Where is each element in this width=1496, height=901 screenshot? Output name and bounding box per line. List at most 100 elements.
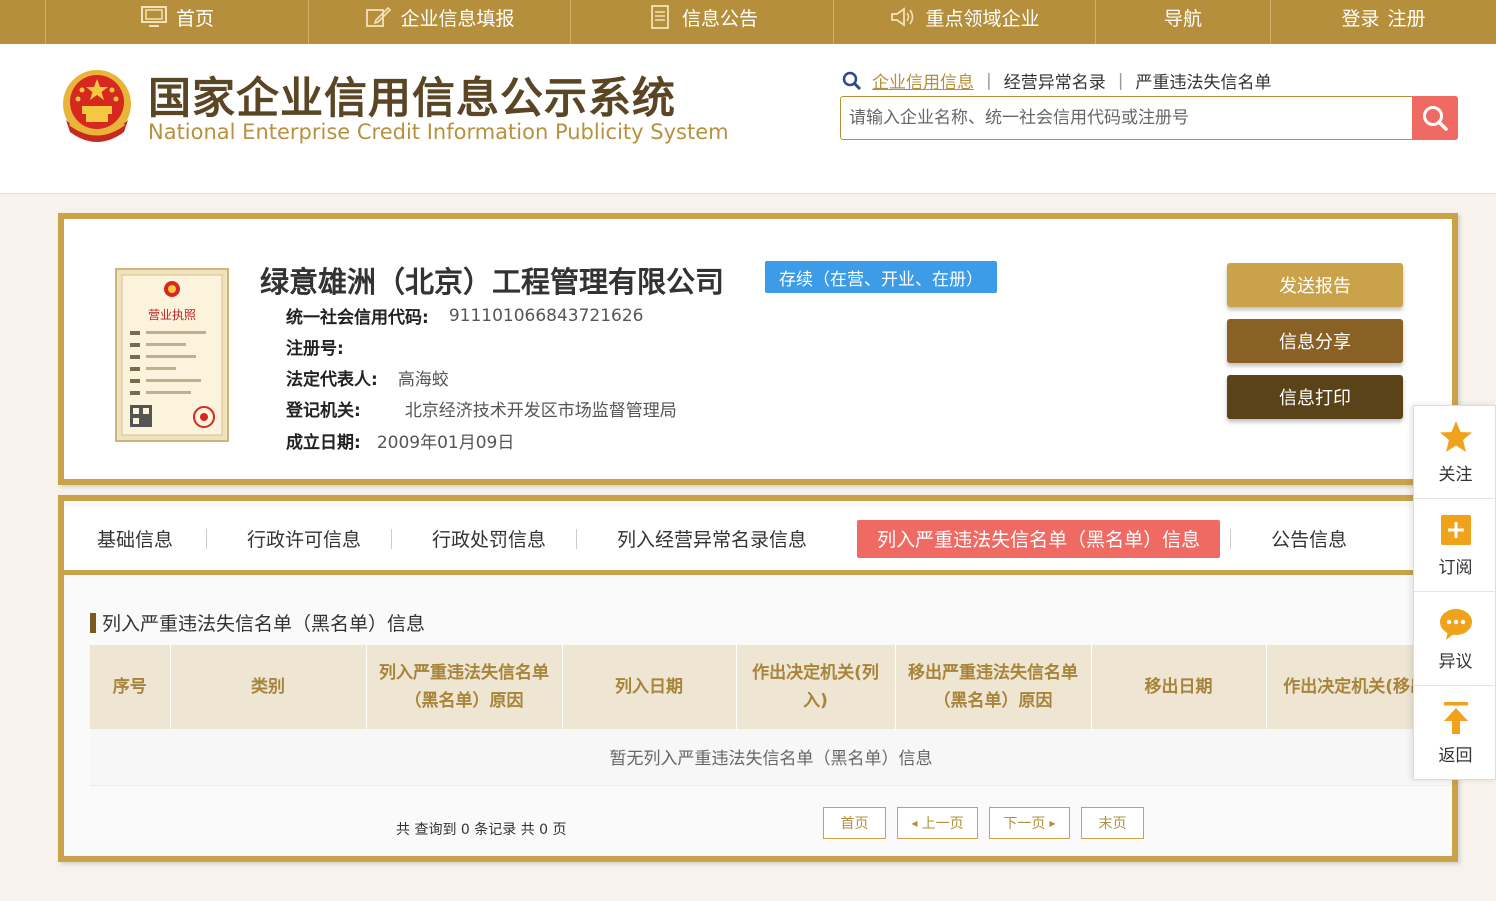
triangle-left-icon: ◀: [911, 818, 918, 828]
company-name: 绿意雄洲（北京）工程管理有限公司: [260, 265, 725, 299]
nav-key-field[interactable]: 重点领域企业: [834, 0, 1096, 44]
edit-icon: [366, 6, 392, 27]
top-navigation: 首页 企业信息填报 信息公告 重点领域企业 导航 登录 注册: [0, 0, 1496, 44]
next-page-label: 下一页: [1003, 816, 1046, 832]
col-header: 作出决定机关(列入): [736, 645, 896, 729]
last-page-button[interactable]: 末页: [1081, 807, 1144, 839]
record-summary: 共 查询到 0 条记录 共 0 页: [396, 822, 567, 838]
col-header: 类别: [170, 645, 367, 729]
objection-button[interactable]: 异议: [1414, 593, 1496, 686]
tab-announcements[interactable]: 公告信息: [1271, 520, 1347, 558]
nav-home[interactable]: 首页: [46, 0, 309, 44]
tab-separator: [391, 528, 393, 549]
tab-admin-license[interactable]: 行政许可信息: [247, 520, 361, 558]
col-header: 移出严重违法失信名单（黑名单）原因: [895, 645, 1092, 729]
subscribe-label: 订阅: [1438, 557, 1473, 578]
status-badge: 存续（在营、开业、在册）: [765, 261, 997, 293]
nav-fill-report-label: 企业信息填报: [400, 7, 515, 30]
floating-sidebar: 关注 订阅 异议 返回: [1413, 405, 1496, 780]
add-square-icon: [1440, 514, 1471, 545]
triangle-right-icon: ▶: [1049, 818, 1056, 828]
legal-rep-label: 法定代表人:: [286, 370, 378, 390]
legal-rep-value: 高海蛟: [397, 370, 449, 390]
license-title: 营业执照: [148, 308, 196, 322]
table-header-row: 序号 类别 列入严重违法失信名单（黑名单）原因 列入日期 作出决定机关(列入) …: [90, 645, 1453, 729]
title-marker: [90, 612, 96, 633]
site-title-en: National Enterprise Credit Information P…: [148, 120, 729, 144]
section-title-text: 列入严重违法失信名单（黑名单）信息: [102, 613, 426, 635]
tab-basic-info[interactable]: 基础信息: [97, 520, 173, 558]
nav-navigation[interactable]: 导航: [1096, 0, 1271, 44]
next-page-button[interactable]: 下一页 ▶: [989, 807, 1070, 839]
tab-blacklist[interactable]: 列入严重违法失信名单（黑名单）信息: [857, 519, 1221, 558]
first-page-label: 首页: [840, 816, 869, 832]
prev-page-button[interactable]: ◀ 上一页: [897, 807, 978, 839]
tab-separator: [1230, 528, 1232, 549]
search-icon: [1423, 106, 1448, 131]
table-row: 暂无列入严重违法失信名单（黑名单）信息: [90, 729, 1452, 786]
national-emblem-icon: [63, 70, 131, 142]
subscribe-button[interactable]: 订阅: [1414, 499, 1496, 592]
col-header: 序号: [90, 645, 171, 729]
nav-key-field-label: 重点领域企业: [925, 7, 1040, 30]
register-link[interactable]: 注册: [1388, 4, 1426, 31]
established-label: 成立日期:: [286, 433, 361, 453]
site-header: 国家企业信用信息公示系统 National Enterprise Credit …: [0, 44, 1496, 194]
nav-fill-report[interactable]: 企业信息填报: [309, 0, 571, 44]
nav-announcement-label: 信息公告: [681, 7, 758, 30]
site-title: 国家企业信用信息公示系统: [148, 74, 676, 124]
login-link[interactable]: 登录: [1341, 4, 1379, 31]
business-license-image[interactable]: 营业执照: [114, 267, 230, 443]
search-tabs: 企业信用信息 | 经营异常名录 | 严重违法失信名单: [842, 68, 1283, 93]
col-header: 移出日期: [1091, 645, 1267, 729]
search-button[interactable]: [1412, 96, 1458, 140]
speaker-icon: [891, 7, 914, 27]
col-header: 列入严重违法失信名单（黑名单）原因: [366, 645, 563, 729]
credit-code-label: 统一社会信用代码:: [286, 308, 429, 328]
search-tab-abnormal[interactable]: 经营异常名录: [992, 68, 1118, 93]
back-to-top-button[interactable]: 返回: [1414, 687, 1496, 780]
tab-bar: 基础信息 行政许可信息 行政处罚信息 列入经营异常名录信息 列入严重违法失信名单…: [64, 507, 1452, 575]
reg-no-row: 注册号:: [286, 334, 364, 359]
monitor-icon: [140, 6, 167, 27]
prev-page-label: 上一页: [921, 816, 964, 832]
detail-panel: 基础信息 行政许可信息 行政处罚信息 列入经营异常名录信息 列入严重违法失信名单…: [58, 495, 1458, 862]
tab-admin-penalty[interactable]: 行政处罚信息: [432, 520, 546, 558]
tab-abnormal-list[interactable]: 列入经营异常名录信息: [617, 520, 807, 558]
reg-authority-value: 北京经济技术开发区市场监督管理局: [404, 401, 677, 421]
star-icon: [1439, 420, 1472, 452]
search-input[interactable]: [849, 97, 1409, 139]
tab-separator: [576, 528, 578, 549]
search-tab-blacklist[interactable]: 严重违法失信名单: [1123, 68, 1283, 93]
search-tab-credit[interactable]: 企业信用信息: [872, 68, 986, 93]
nav-spacer: [0, 0, 46, 44]
share-button[interactable]: 信息分享: [1227, 319, 1403, 363]
tab-separator: [206, 528, 208, 549]
credit-code-value: 911101066843721626: [448, 305, 644, 326]
company-card: 营业执照 绿意雄洲（北京）工程管理有限公司 存续（在营、开业、在册） 统一社会信…: [58, 213, 1458, 485]
nav-announcement[interactable]: 信息公告: [571, 0, 834, 44]
search-icon: [842, 71, 862, 90]
print-button[interactable]: 信息打印: [1227, 375, 1403, 419]
document-icon: [651, 5, 669, 29]
col-header: 列入日期: [562, 645, 737, 729]
blacklist-table: 序号 类别 列入严重违法失信名单（黑名单）原因 列入日期 作出决定机关(列入) …: [90, 645, 1453, 786]
reg-no-label: 注册号:: [286, 339, 344, 359]
reg-authority-row: 登记机关: 北京经济技术开发区市场监督管理局: [286, 396, 677, 421]
section-title: 列入严重违法失信名单（黑名单）信息: [90, 609, 425, 636]
established-value: 2009年01月09日: [376, 433, 515, 453]
chat-bubble-icon: [1439, 608, 1472, 640]
last-page-label: 末页: [1098, 816, 1127, 832]
first-page-button[interactable]: 首页: [823, 807, 886, 839]
legal-rep-row: 法定代表人: 高海蛟: [286, 365, 449, 390]
nav-auth: 登录 注册: [1271, 0, 1496, 44]
nav-navigation-label: 导航: [1163, 7, 1202, 30]
follow-label: 关注: [1438, 464, 1473, 485]
follow-button[interactable]: 关注: [1414, 406, 1496, 499]
back-label: 返回: [1438, 746, 1473, 766]
nav-home-label: 首页: [175, 7, 214, 30]
arrow-up-icon: [1443, 702, 1468, 734]
send-report-button[interactable]: 发送报告: [1227, 263, 1403, 307]
established-row: 成立日期: 2009年01月09日: [286, 428, 514, 453]
objection-label: 异议: [1438, 651, 1473, 672]
